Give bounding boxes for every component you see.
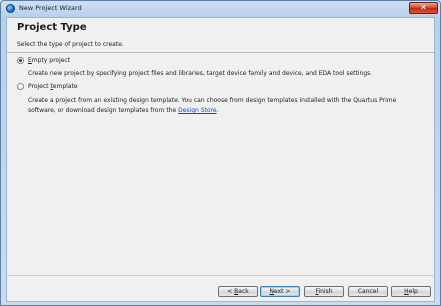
project-template-label-prefix: Project xyxy=(28,83,51,90)
quartus-app-icon xyxy=(6,4,15,13)
empty-project-label[interactable]: Empty project xyxy=(28,57,70,64)
close-button[interactable]: ✕ xyxy=(409,2,438,14)
footer-separator xyxy=(7,275,434,276)
back-button-rest: ack xyxy=(238,288,249,295)
next-button[interactable]: Next > xyxy=(260,286,300,297)
project-template-label-rest: emplate xyxy=(52,83,78,90)
project-template-description-suffix: . xyxy=(216,107,219,114)
project-template-radio[interactable] xyxy=(17,83,24,90)
wizard-window: New Project Wizard ✕ Project Type Select… xyxy=(0,0,441,306)
help-button-rest: elp xyxy=(408,288,418,295)
help-button[interactable]: Help xyxy=(391,286,431,297)
empty-project-radio[interactable] xyxy=(17,57,24,64)
project-template-description: Create a project from an existing design… xyxy=(28,96,423,116)
wizard-page: Project Type Select the type of project … xyxy=(6,17,435,302)
empty-project-description: Create new project by specifying project… xyxy=(28,70,373,77)
cancel-button[interactable]: Cancel xyxy=(348,286,388,297)
finish-button-rest: inish xyxy=(318,288,333,295)
header-divider xyxy=(7,52,434,53)
window-title: New Project Wizard xyxy=(19,4,82,12)
next-button-rest: ext > xyxy=(274,288,291,295)
finish-button[interactable]: Finish xyxy=(304,286,344,297)
title-bar[interactable]: New Project Wizard ✕ xyxy=(1,1,440,17)
page-title: Project Type xyxy=(17,22,87,33)
back-button[interactable]: < Back xyxy=(218,286,258,297)
project-template-label[interactable]: Project template xyxy=(28,83,78,90)
page-subtitle: Select the type of project to create. xyxy=(17,41,124,48)
empty-project-label-rest: mpty project xyxy=(31,57,71,64)
page-header: Project Type Select the type of project … xyxy=(7,18,434,53)
design-store-link[interactable]: Design Store xyxy=(178,107,216,114)
